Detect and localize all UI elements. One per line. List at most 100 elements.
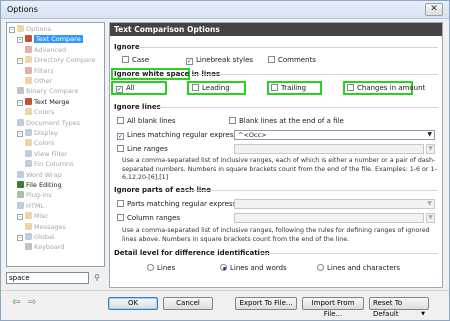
column-ranges-dropdown[interactable]: ▼ (426, 213, 435, 223)
divider (260, 253, 438, 254)
checkbox-box[interactable] (117, 145, 124, 152)
title-bar: Options ✕ (1, 1, 449, 19)
expand-toggle-icon[interactable]: - (17, 99, 23, 106)
expand-toggle-icon[interactable]: - (17, 214, 23, 221)
chevron-down-icon: ▼ (427, 200, 432, 207)
line-ranges-checkbox[interactable]: Line ranges (117, 145, 168, 154)
tree-item-label: Fin Columns (34, 160, 74, 169)
view-filter-icon (25, 149, 32, 157)
tree-item[interactable]: Plug-ins (17, 191, 52, 200)
case-checkbox[interactable]: Case (122, 56, 149, 65)
line-ranges-dropdown[interactable]: ▼ (426, 144, 435, 154)
all-blank-lines-checkbox[interactable]: All blank lines (117, 117, 176, 126)
forward-arrow-icon[interactable]: ⇨ (28, 298, 36, 308)
all-whitespace-checkbox[interactable]: All (116, 84, 135, 93)
blank-end-checkbox[interactable]: Blank lines at the end of a file (229, 117, 344, 126)
tree-item[interactable]: Filters (25, 66, 54, 76)
radio-lines-chars[interactable]: Lines and characters (317, 264, 400, 273)
tree-item[interactable]: View Filter (25, 149, 68, 159)
line-ranges-input[interactable] (234, 144, 424, 154)
filters-icon (25, 66, 32, 74)
colors-icon (25, 108, 32, 116)
checkbox-box[interactable] (122, 56, 129, 63)
radio-button[interactable] (147, 264, 154, 271)
checkbox-box[interactable] (268, 56, 275, 63)
expand-toggle-icon[interactable]: - (9, 27, 15, 33)
tree-item[interactable]: Other (25, 77, 52, 86)
options-window: Options ✕ - Options - Text Compare Advanced -… (0, 0, 450, 321)
text-compare-icon (25, 35, 32, 43)
parts-regex-checkbox[interactable]: Parts matching regular expression (117, 200, 247, 209)
options-icon (17, 25, 24, 32)
linebreak-checkbox[interactable]: Linebreak styles (186, 56, 253, 65)
column-ranges-checkbox[interactable]: Column ranges (117, 214, 180, 223)
expand-toggle-icon[interactable]: - (17, 58, 23, 65)
checkbox-box[interactable] (117, 200, 124, 207)
leading-checkbox[interactable]: Leading (192, 84, 230, 93)
tree-item-label: Colors (34, 139, 55, 148)
comments-label: Comments (278, 56, 316, 64)
tree-item[interactable]: - Text Compare (17, 35, 83, 44)
tree-item[interactable]: Colors (25, 139, 54, 148)
tree-item[interactable]: Fin Columns (25, 160, 74, 169)
parts-regex-combo[interactable]: ▼ (234, 199, 435, 209)
plugins-icon (17, 191, 24, 199)
checkbox-box[interactable] (117, 117, 124, 124)
cancel-button[interactable]: Cancel (163, 297, 213, 310)
tree-item[interactable]: - Misc (17, 212, 48, 221)
reset-button[interactable]: Reset To Default ▼ (369, 297, 429, 318)
document-types-icon (17, 118, 24, 126)
checkbox-box[interactable] (192, 84, 199, 91)
tree-item[interactable]: - Text Merge (17, 97, 70, 107)
expand-toggle-icon[interactable]: - (17, 131, 23, 137)
search-icon[interactable]: ⚲ (90, 272, 104, 284)
checkbox-box[interactable] (116, 86, 123, 93)
tree-item-label: Filters (34, 66, 54, 75)
radio-button[interactable] (317, 264, 324, 271)
search-input[interactable]: space (6, 272, 89, 284)
all-label: All (126, 84, 135, 92)
changes-amount-checkbox[interactable]: Changes in amount (347, 84, 425, 93)
expand-toggle-icon[interactable]: - (17, 235, 23, 241)
checkbox-box[interactable] (347, 84, 354, 91)
regex-lines-checkbox[interactable]: Lines matching regular expression (117, 131, 248, 140)
checkbox-box[interactable] (117, 133, 124, 140)
comments-checkbox[interactable]: Comments (268, 56, 316, 65)
column-ranges-input[interactable] (234, 213, 424, 223)
column-ranges-label: Column ranges (127, 214, 181, 222)
radio-lines-words[interactable]: Lines and words (220, 264, 287, 273)
tree-item[interactable]: Word Wrap (17, 170, 62, 180)
tree-item[interactable]: HTML (17, 201, 44, 211)
tree-item[interactable]: - Global (17, 233, 55, 242)
radio-button[interactable] (220, 264, 227, 271)
tree-item[interactable]: Messages (25, 222, 66, 232)
checkbox-box[interactable] (271, 84, 278, 91)
trailing-checkbox[interactable]: Trailing (271, 84, 306, 93)
regex-value: ^<Occ> (238, 131, 267, 139)
tree-item[interactable]: Binary Compare (17, 87, 78, 96)
tree-item[interactable]: - Options (9, 25, 51, 34)
tree-item[interactable]: Advanced (25, 45, 66, 55)
regex-lines-combo[interactable]: ^<Occ> ▼ (234, 130, 435, 140)
export-button[interactable]: Export To File... (235, 297, 297, 310)
divider (178, 190, 438, 191)
back-arrow-icon[interactable]: ⇦ (12, 298, 20, 308)
divider (192, 74, 438, 75)
tree-item[interactable]: Colors (25, 108, 54, 117)
expand-toggle-icon[interactable]: - (17, 37, 23, 44)
parts-regex-label: Parts matching regular expression (127, 200, 247, 208)
checkbox-box[interactable] (229, 117, 236, 124)
tree-item[interactable]: - Directory Compare (17, 56, 96, 65)
tree-item[interactable]: Document Types (17, 118, 80, 128)
tree-item[interactable]: Keyboard (25, 243, 65, 252)
options-tree[interactable]: - Options - Text Compare Advanced - Directory … (6, 22, 105, 267)
import-button[interactable]: Import From File... (302, 297, 364, 318)
radio-lines[interactable]: Lines (147, 264, 175, 273)
ok-button[interactable]: OK (108, 297, 158, 310)
checkbox-box[interactable] (117, 214, 124, 221)
tree-item[interactable]: File Editing (17, 181, 62, 190)
tree-item[interactable]: - Display (17, 129, 58, 138)
checkbox-box[interactable] (186, 58, 193, 65)
close-button[interactable]: ✕ (425, 3, 443, 16)
window-title: Options (7, 5, 38, 14)
